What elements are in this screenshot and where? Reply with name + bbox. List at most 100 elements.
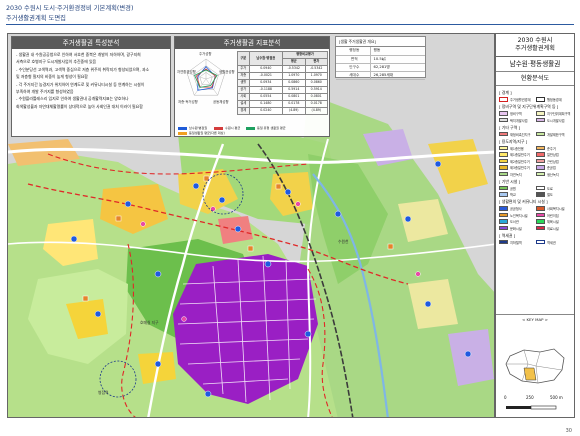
radar-axis-label: 자연환경성향 (177, 70, 196, 74)
legend-label: 수원시 평균 (225, 126, 241, 130)
map-label-station: 병점역 (98, 390, 109, 395)
cell: 0.0178 (282, 100, 306, 108)
row-label: 저층 (237, 72, 250, 80)
analysis-bullet: 및 저층형 필지의 비중이 높게 형성이 필요함 (16, 74, 88, 80)
table-row: 경제 0.0240 (4.89) (4.89) (237, 107, 328, 115)
legend-item: 철도 (536, 192, 571, 197)
cell: 0.0860 (282, 79, 306, 87)
legend-swatch (536, 185, 545, 191)
legend-item: 역세권 (536, 239, 571, 245)
table-header: 남수원·병점권 (248, 51, 284, 66)
legend-label: 공공청사 (510, 207, 522, 211)
legend-label: 택지개발사업 (510, 118, 528, 123)
legend-swatch (499, 239, 508, 245)
legend-group-title: [ 역세권 ] (499, 232, 516, 238)
legend-item: 도시개발사업 (536, 117, 571, 123)
legend-group-items: 주거생활권경계 행정동경계 (499, 97, 571, 102)
plan-title-line: 주거생활권계획 (515, 44, 555, 52)
cell: 0.0801 (282, 93, 306, 101)
legend-item: 정비구역 (499, 111, 534, 116)
legend-swatch (499, 192, 508, 197)
legend-label: 제1종전용 (510, 146, 524, 151)
page-header: 2030 수원시 도시·주거환경정비 기본계획(변경) 주거생활권계획 도면집 (6, 3, 574, 27)
map-title: 현황분석도 (496, 72, 574, 86)
legend-swatch (536, 206, 545, 211)
indicator-table: 구분 남수원·병점권 평형비교평가 평균 편차 주거 0.0940 -0.5342-… (237, 51, 328, 115)
legend-swatch (499, 117, 508, 123)
legend-item: 택지개발사업 (499, 117, 534, 123)
legend-label: 개발제한구역 (547, 132, 565, 137)
cell: 0.1480 (248, 100, 284, 108)
cell: 0.0178 (304, 100, 328, 108)
legend-swatch (499, 111, 508, 116)
legend-label: 정비구역 (510, 112, 522, 116)
table-row: 인구수 62,281명 (336, 63, 425, 72)
table-row: 설세 0.1480 0.0178 0.0178 (237, 100, 328, 108)
page-number: 30 (565, 428, 572, 434)
legend-swatch (246, 126, 255, 130)
legend-label: 동일생활권 평균(다른 대상) (189, 131, 225, 135)
cell: 0.5914 (282, 86, 306, 94)
overview-key: 행정동 (336, 47, 371, 56)
legend-group-title: [ 기타 구역 ] (499, 124, 521, 130)
legend-swatch (499, 131, 508, 137)
row-label: 생활 (237, 79, 250, 87)
table-row: 사회 0.0554 0.0801 0.0801 (237, 93, 328, 101)
legend-swatch (536, 219, 545, 224)
legend-item: 생산녹지 (536, 171, 571, 177)
radar-axis-label: 주거성향 (199, 52, 212, 56)
analysis-bullet: 회색활성율과 자연대체활명률이 상대적으로 높아 사회인권 대처 이러이 필요함 (16, 103, 143, 109)
legend-group-title: [ 생활편의 및 커뮤니티 시설 ] (499, 199, 548, 204)
analysis-bullets: - 생활권 내 수원공공청으로 인하여 서호천 중북은 개발이 저하하며, 광구… (12, 49, 170, 110)
scale-bar: 0 250 500 m (496, 392, 574, 418)
indicator-heading: 주거생활권 지표분석 (175, 37, 329, 49)
legend-label: 행정동경계 (547, 98, 562, 102)
legend-item: 지구단위계획구역 (536, 111, 571, 116)
legend-swatch (499, 219, 508, 224)
zone-title: 남수원·평동생활권 (496, 57, 574, 72)
radar-axis-label: 생활권성향 (219, 70, 235, 74)
map-label-park: 호매실 지구 (140, 320, 159, 325)
legend-swatch (536, 111, 545, 116)
legend-label: 어린이집 (547, 213, 559, 218)
radar-axis-label: 공동체성향 (213, 100, 229, 104)
table-header: 평균 (282, 58, 306, 66)
legend-label: 문화시설 (510, 226, 522, 231)
key-map (505, 348, 565, 384)
legend-item: 일반상업 (536, 152, 571, 157)
row-label: 공가 (237, 86, 250, 94)
table-header: 편차 (304, 58, 328, 66)
table-header: 구분 (237, 51, 250, 66)
table-row: 면적 10.5㎢ (336, 55, 425, 64)
legend-label: 노인복지시설 (510, 213, 528, 218)
legend-item: 재정비촉진지구 (499, 131, 534, 137)
legend-swatch (499, 171, 508, 177)
legend-swatch (536, 158, 545, 164)
legend-item: 공원 (499, 185, 534, 191)
legend-swatch (536, 145, 545, 151)
table-header: 평형비교평가 (282, 51, 328, 59)
cell: 0.0934 (248, 79, 284, 87)
row-label: 사회 (237, 93, 250, 101)
legend-swatch (499, 212, 508, 218)
legend-swatch (536, 212, 545, 218)
legend-label: 주거생활권경계 (510, 98, 531, 102)
analysis-bullet: - 각 주거지간 농경지가 위치하여 연계도로 및 커뮤니티시설 등 연계하는 … (16, 81, 145, 87)
indicator-analysis-panel: 주거생활권 지표분석 주거성향 생활권성향 공동체성향 저층·독거성향 자연환경… (174, 36, 330, 137)
table-row: 세대수 26,285세대 (336, 71, 425, 80)
table-row: 공가 -0.1188 0.5914 0.5914 (237, 86, 328, 94)
legend-label: 동일 유형 생활권 평균 (257, 126, 286, 130)
legend-swatch (499, 225, 508, 231)
legend-swatch (536, 152, 545, 157)
legend-label: 공원 (510, 186, 516, 191)
scale-label: 250 (526, 395, 534, 400)
cell: -0.1188 (248, 86, 284, 94)
radar-axis-label: 저층·독거성향 (178, 100, 198, 104)
table-row: 행정동 평동 (336, 47, 425, 56)
legend-label: 의료시설 (547, 226, 559, 231)
cell: -0.0021 (248, 72, 284, 80)
overview-value: 10.5㎢ (370, 55, 425, 64)
analysis-bullet: - 생활권 내 수원공공청으로 인하여 서호천 중북은 개발이 저하하며, 광구… (16, 52, 141, 57)
legend-item: 주거생활권경계 (499, 97, 534, 102)
plan-title: 2030 수원시 주거생활권계획 (496, 34, 574, 57)
